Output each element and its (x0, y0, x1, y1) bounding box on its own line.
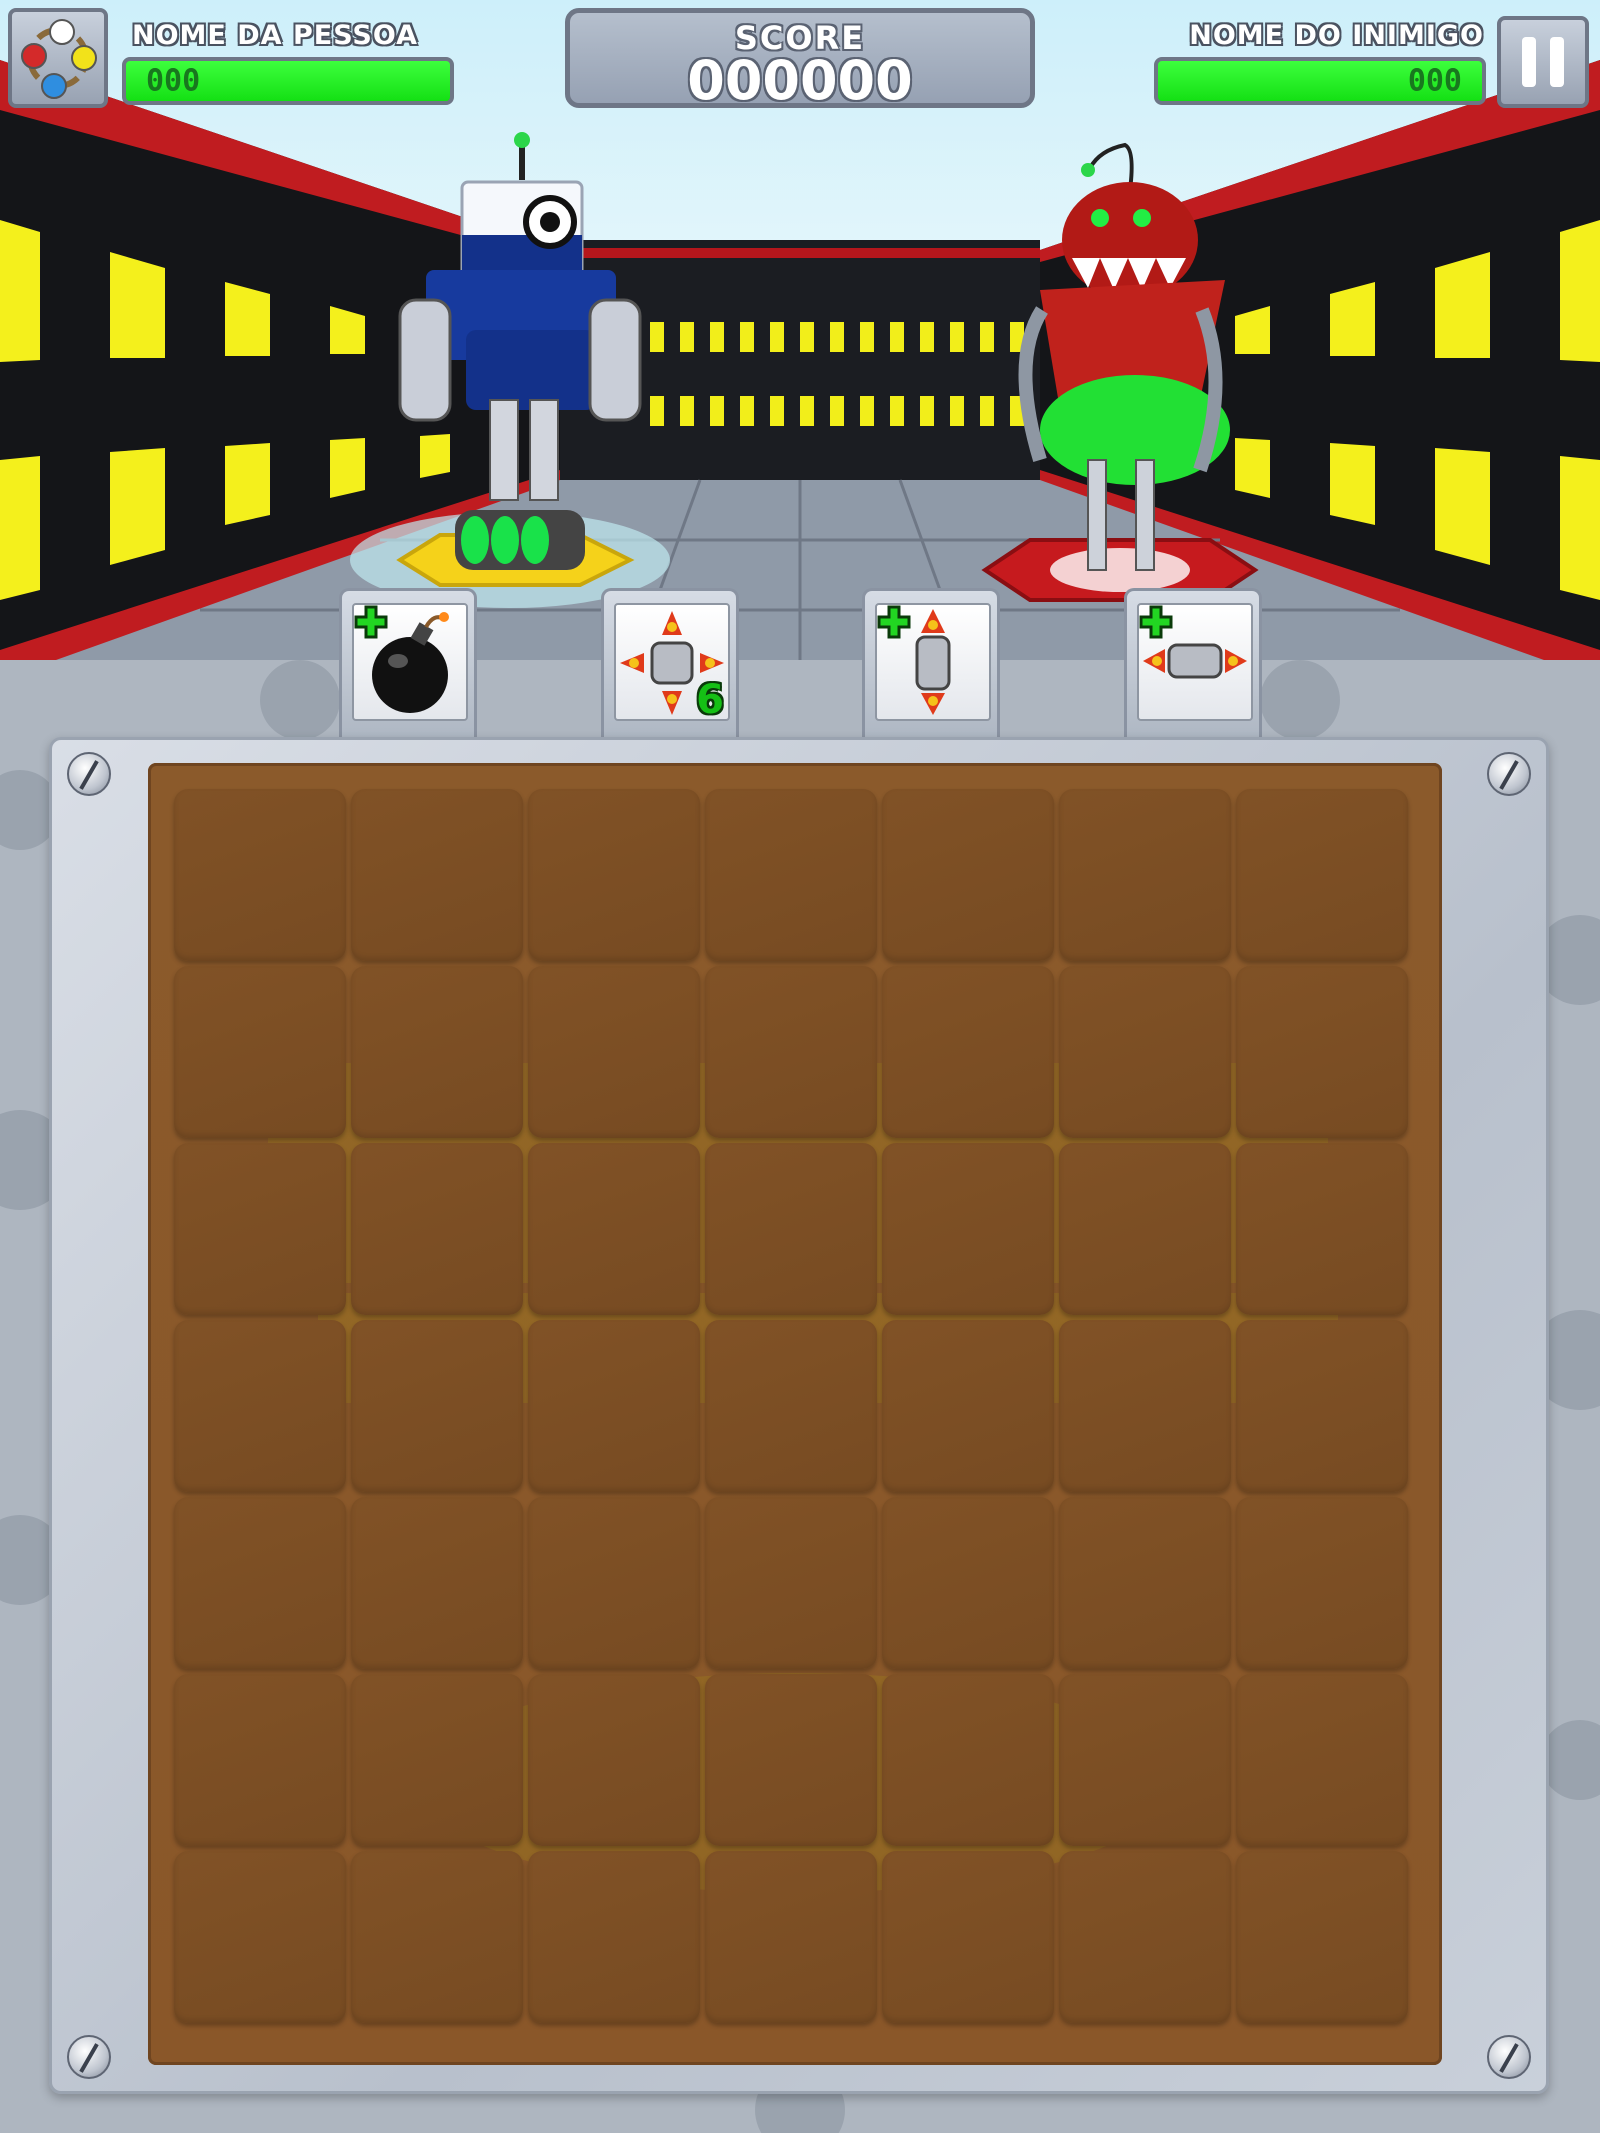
enemy-health-bar: 000 (1154, 57, 1486, 105)
board-cell[interactable] (705, 1143, 877, 1315)
powerup-horizontal-rocket[interactable] (1124, 588, 1262, 738)
board-cell[interactable] (882, 1497, 1054, 1669)
powerup-horizontal-rocket-card (1137, 603, 1253, 721)
board-cell[interactable] (882, 966, 1054, 1138)
board-cell[interactable] (351, 1143, 523, 1315)
board-cell[interactable] (1236, 1497, 1408, 1669)
board-cell[interactable] (528, 1320, 700, 1492)
board-cell[interactable] (351, 1320, 523, 1492)
enemy-name: NOME DO INIMIGO (1189, 20, 1484, 51)
screw-icon (1487, 752, 1531, 796)
board-cell[interactable] (705, 966, 877, 1138)
board-cell[interactable] (1059, 1320, 1231, 1492)
board-cell[interactable] (882, 1143, 1054, 1315)
board-cell[interactable] (1236, 1674, 1408, 1846)
board-cell[interactable] (528, 1851, 700, 2023)
board-cell[interactable] (1059, 1851, 1231, 2023)
board-cell[interactable] (1059, 1143, 1231, 1315)
screw-icon (1487, 2035, 1531, 2079)
color-drops-icon (21, 19, 97, 99)
player-health-bar: 000 (122, 57, 454, 105)
pause-icon-bar (1550, 37, 1564, 87)
colors-menu-button[interactable] (8, 8, 108, 108)
board-cell[interactable] (1236, 1851, 1408, 2023)
board-cell[interactable] (882, 1851, 1054, 2023)
screw-icon (67, 752, 111, 796)
board-cell[interactable] (1236, 1320, 1408, 1492)
plus-icon (877, 605, 911, 639)
board-cell[interactable] (174, 1851, 346, 2023)
powerup-vertical-rocket-card (875, 603, 991, 721)
board-cell[interactable] (174, 1497, 346, 1669)
board-cell[interactable] (882, 1320, 1054, 1492)
cross-rocket-count: 6 (696, 677, 724, 723)
powerup-bomb[interactable] (339, 588, 477, 738)
board-cell[interactable] (1236, 1143, 1408, 1315)
board-cell[interactable] (351, 789, 523, 961)
board-cell[interactable] (351, 1497, 523, 1669)
enemy-health-value: 000 (1407, 63, 1462, 99)
plus-icon (354, 605, 388, 639)
powerup-cross-rocket-card: 6 (614, 603, 730, 723)
board-cell[interactable] (1059, 966, 1231, 1138)
screw-icon (67, 2035, 111, 2079)
plus-icon (1139, 605, 1173, 639)
player-health-value: 000 (146, 63, 201, 99)
board-cell[interactable] (174, 789, 346, 961)
board-cell[interactable] (882, 1674, 1054, 1846)
player-name: NOME DA PESSOA (132, 20, 419, 51)
board-cell[interactable] (174, 966, 346, 1138)
board-cell[interactable] (528, 1674, 700, 1846)
board-cell[interactable] (528, 789, 700, 961)
board-cell[interactable] (705, 1851, 877, 2023)
pause-icon (1522, 37, 1536, 87)
board-cell[interactable] (705, 1674, 877, 1846)
board-cell[interactable] (705, 1497, 877, 1669)
score-panel: SCORE 000000 (565, 8, 1035, 108)
board-cell[interactable] (1059, 1674, 1231, 1846)
powerup-bomb-card (352, 603, 468, 721)
board-cell[interactable] (1236, 966, 1408, 1138)
powerup-vertical-rocket[interactable] (862, 588, 1000, 738)
board-cell[interactable] (1236, 789, 1408, 961)
board-cell[interactable] (174, 1143, 346, 1315)
board-cell[interactable] (705, 1320, 877, 1492)
pause-button[interactable] (1497, 16, 1589, 108)
board-cell[interactable] (174, 1320, 346, 1492)
board-cell[interactable] (882, 789, 1054, 961)
board-cell[interactable] (528, 966, 700, 1138)
board-cell[interactable] (528, 1497, 700, 1669)
board-cell[interactable] (528, 1143, 700, 1315)
board-cell[interactable] (351, 1674, 523, 1846)
board-cell[interactable] (1059, 789, 1231, 961)
game-board (148, 763, 1442, 2065)
board-cell[interactable] (1059, 1497, 1231, 1669)
board-cell[interactable] (174, 1674, 346, 1846)
powerup-cross-rocket[interactable]: 6 (601, 588, 739, 738)
score-value: 000000 (687, 49, 913, 112)
board-cell[interactable] (351, 1851, 523, 2023)
board-cell[interactable] (705, 789, 877, 961)
board-cell[interactable] (351, 966, 523, 1138)
board-grid (174, 789, 1408, 2023)
